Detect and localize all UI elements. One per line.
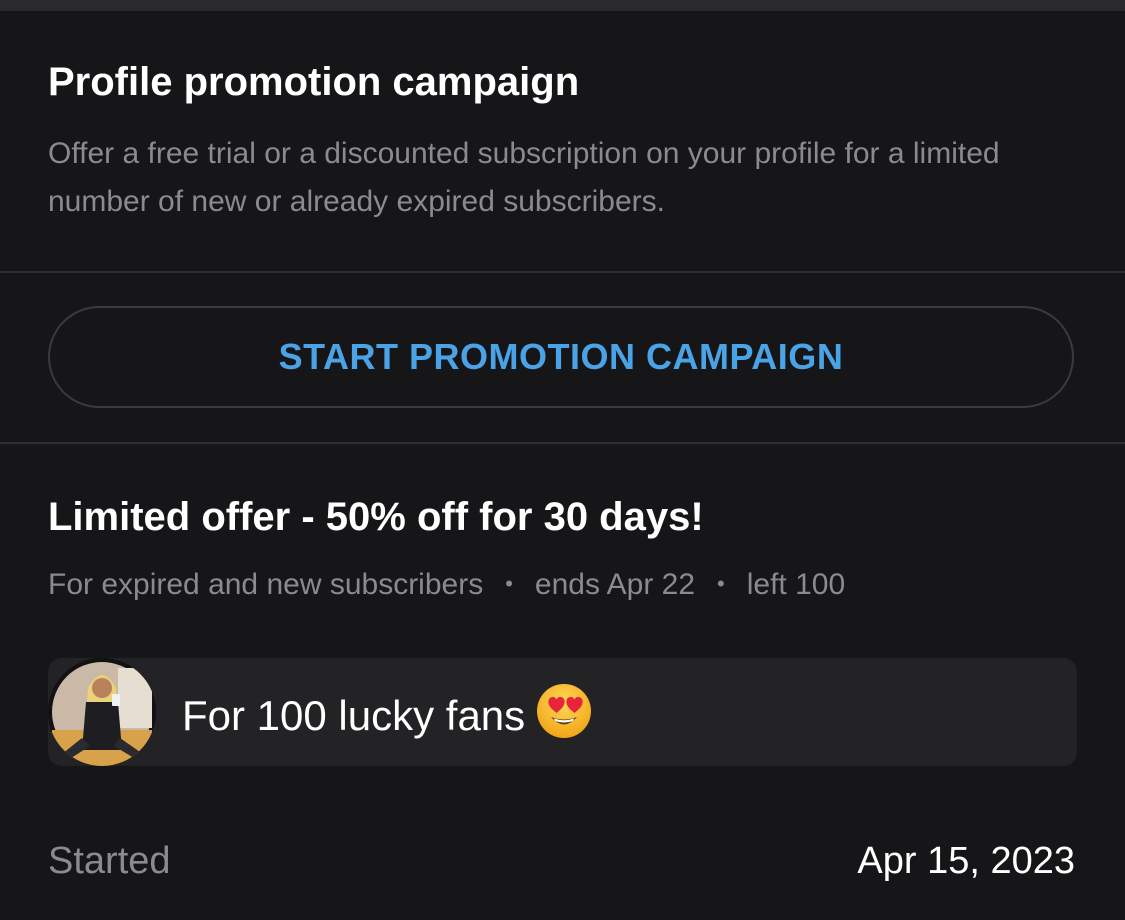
offer-message-text: For 100 lucky fans — [182, 692, 526, 739]
offer-audience: For expired and new subscribers — [48, 568, 484, 601]
started-label: Started — [48, 840, 171, 882]
start-promotion-campaign-button[interactable]: START PROMOTION CAMPAIGN — [48, 306, 1074, 408]
separator-dot-icon: • — [505, 571, 513, 596]
avatar-image — [48, 658, 156, 766]
avatar[interactable] — [48, 658, 156, 766]
offer-ends: ends Apr 22 — [534, 568, 696, 601]
started-date: Apr 15, 2023 — [857, 840, 1075, 882]
page-title: Profile promotion campaign — [48, 60, 580, 104]
offer-left: left 100 — [746, 568, 846, 601]
top-strip — [0, 0, 1125, 11]
offer-message: For 100 lucky fans — [182, 682, 593, 756]
offer-title: Limited offer - 50% off for 30 days! — [48, 495, 704, 539]
promotion-description: Offer a free trial or a discounted subsc… — [48, 137, 1000, 218]
divider — [0, 271, 1125, 273]
smiling-face-with-heart-eyes-icon — [535, 682, 593, 756]
offer-message-card: For 100 lucky fans — [48, 658, 1077, 766]
promotion-intro: Profile promotion campaign Offer a free … — [48, 56, 1078, 226]
separator-dot-icon: • — [717, 571, 725, 596]
divider — [0, 442, 1125, 444]
offer-meta: For expired and new subscribers • ends Apr… — [48, 562, 845, 607]
